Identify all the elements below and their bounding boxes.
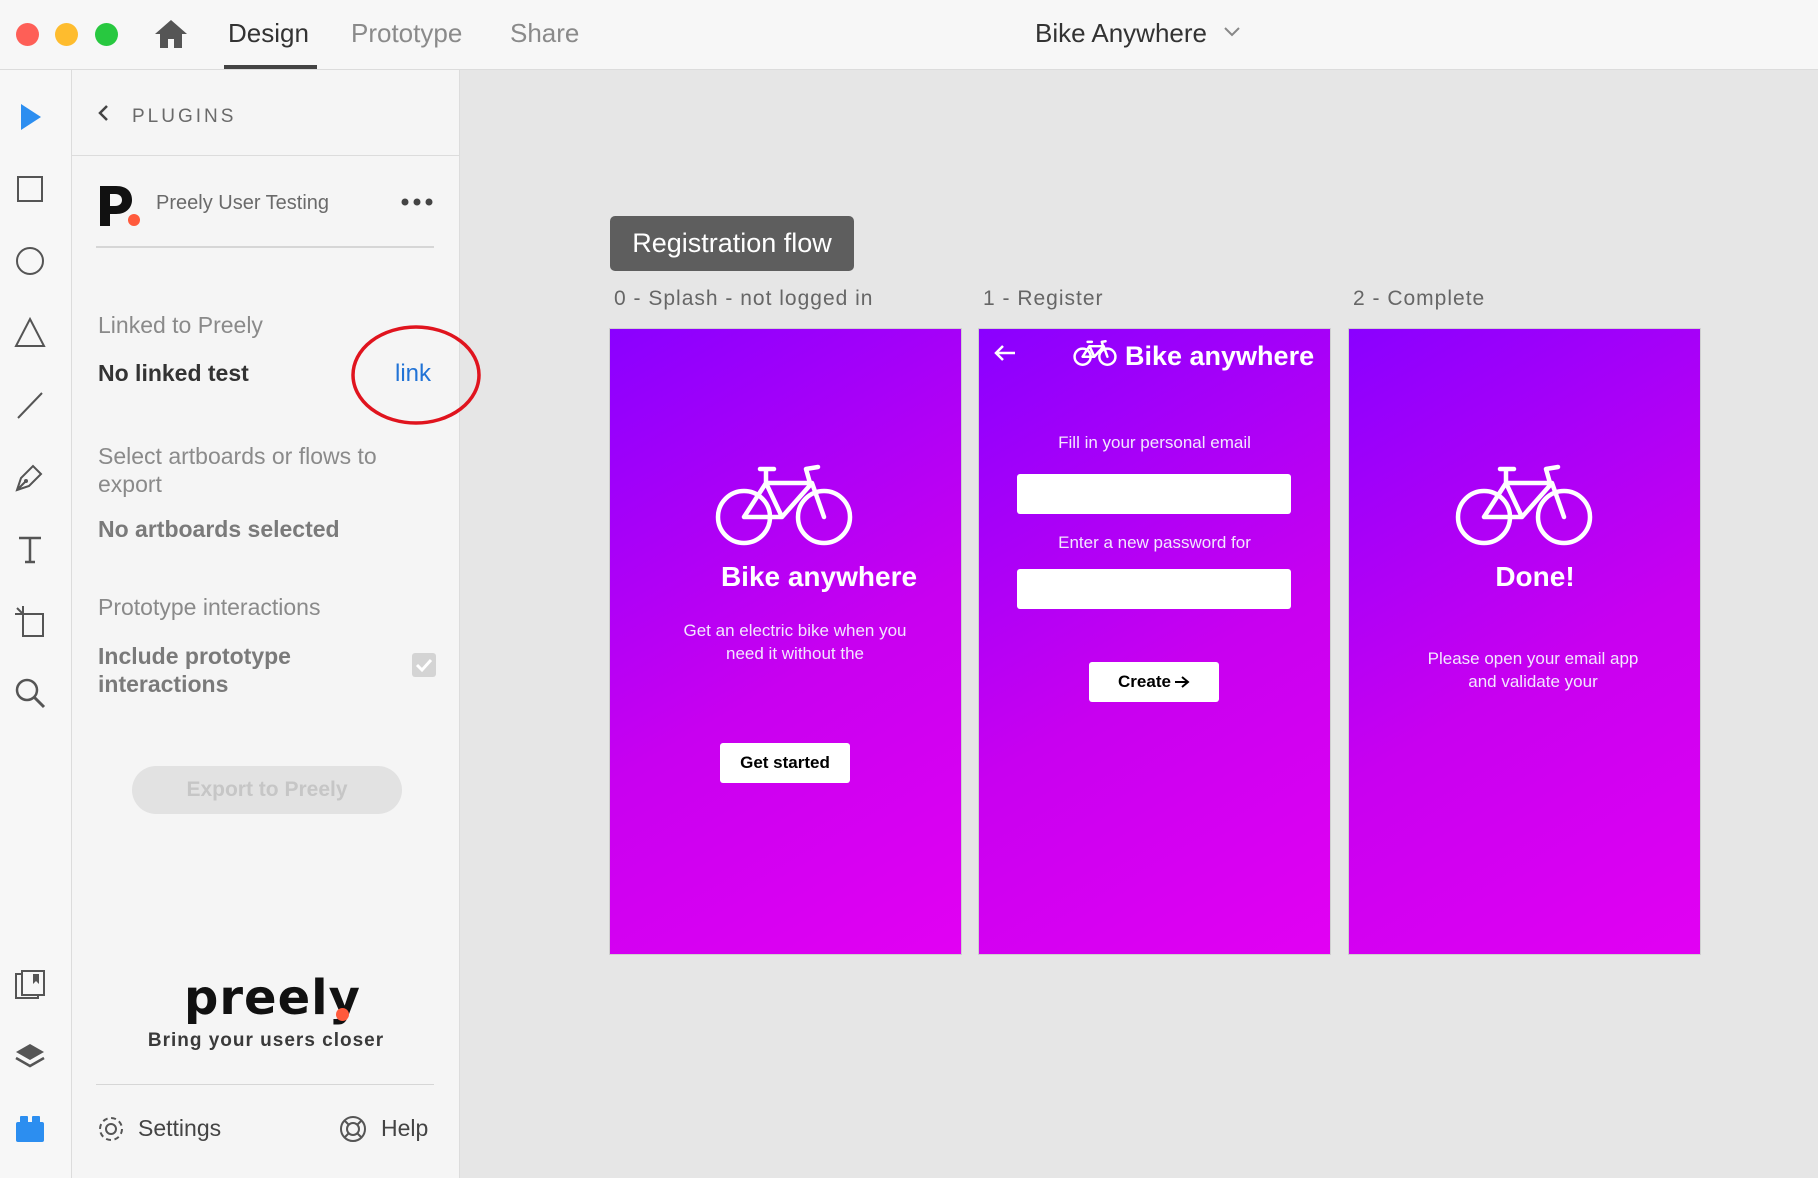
flow-label[interactable]: Registration flow [610,216,854,271]
tab-design[interactable]: Design [228,18,309,49]
assets-icon[interactable] [13,968,47,1002]
create-button[interactable]: Create [1089,662,1219,702]
complete-heading: Done! [1495,561,1575,592]
plugins-icon[interactable] [13,1112,47,1146]
export-button[interactable]: Export to Preely [132,766,402,814]
artboard-title[interactable]: 2 - Complete [1353,287,1485,311]
brand-tagline: Bring your users closer [147,1030,385,1051]
text-tool-icon[interactable] [13,532,47,566]
interactions-label: Prototype interactions [98,594,321,620]
password-field[interactable] [1017,569,1291,609]
pen-tool-icon[interactable] [13,460,47,494]
home-icon[interactable] [153,18,189,50]
email-label: Fill in your personal email [1058,433,1251,452]
include-interactions-checkbox[interactable] [412,653,436,677]
help-link[interactable]: Help [381,1115,428,1142]
artboard-title[interactable]: 1 - Register [983,287,1104,311]
brand-wordmark: preely [184,970,361,1026]
divider [96,1084,434,1085]
chevron-down-icon[interactable] [1222,24,1242,40]
panel-title: PLUGINS [132,106,237,127]
select-tool-icon[interactable] [13,100,47,134]
more-options-icon[interactable] [400,196,434,208]
zoom-window-button[interactable] [95,23,118,46]
linked-value: No linked test [98,360,249,386]
ellipse-tool-icon[interactable] [13,244,47,278]
plugin-name: Preely User Testing [156,192,330,214]
arrow-right-icon [1174,676,1190,688]
splash-body: Get an electric bike when you need it wi… [683,621,907,663]
bicycle-icon [1073,340,1117,366]
artboard-tool-icon[interactable] [13,604,47,638]
preely-brand-logo: preely [184,970,360,1028]
create-button-label: Create [1118,672,1171,691]
panel-header: PLUGINS [72,70,460,156]
link-button[interactable]: link [395,360,431,388]
register-header: Bike anywhere [1125,341,1315,371]
layers-icon[interactable] [13,1040,47,1074]
email-field[interactable] [1017,474,1291,514]
arrow-left-icon[interactable] [993,343,1017,363]
plugin-panel: PLUGINS Preely User Testing Linked to Pr… [72,70,481,1178]
document-title[interactable]: Bike Anywhere [1035,18,1207,49]
artboard-title[interactable]: 0 - Splash - not logged in [614,287,873,311]
get-started-button[interactable]: Get started [720,743,850,783]
linked-label: Linked to Preely [98,312,263,338]
artboard-splash[interactable]: Bike anywhere Get an electric bike when … [610,329,961,954]
interactions-value: Include prototype interactions [98,643,291,697]
polygon-tool-icon[interactable] [13,316,47,350]
active-tab-indicator [224,65,317,69]
artboard-register[interactable]: Bike anywhere Fill in your personal emai… [979,329,1330,954]
rectangle-tool-icon[interactable] [13,172,47,206]
checkmark-icon [415,658,433,673]
lifebuoy-icon[interactable] [338,1114,368,1144]
minimize-window-button[interactable] [55,23,78,46]
line-tool-icon[interactable] [13,388,47,422]
settings-link[interactable]: Settings [138,1115,221,1142]
select-value: No artboards selected [98,516,340,542]
tab-prototype[interactable]: Prototype [351,18,462,49]
close-window-button[interactable] [16,23,39,46]
bicycle-icon [1455,464,1593,546]
brand-dot [336,1008,349,1021]
divider [96,246,434,248]
chevron-left-icon[interactable] [96,104,110,122]
password-label: Enter a new password for [1058,533,1251,552]
title-bar: Design Prototype Share Bike Anywhere [0,0,1818,70]
tab-share[interactable]: Share [510,18,579,49]
artboard-complete[interactable]: Done! Please open your email app and val… [1349,329,1700,954]
splash-heading: Bike anywhere [720,561,918,592]
gear-icon[interactable] [96,1114,126,1144]
bicycle-icon [715,464,853,546]
select-label: Select artboards or flows to export [98,443,377,497]
complete-body: Please open your email app and validate … [1427,649,1639,691]
tool-bar [0,70,72,1178]
zoom-tool-icon[interactable] [13,676,47,710]
preely-logo-icon [100,186,140,226]
